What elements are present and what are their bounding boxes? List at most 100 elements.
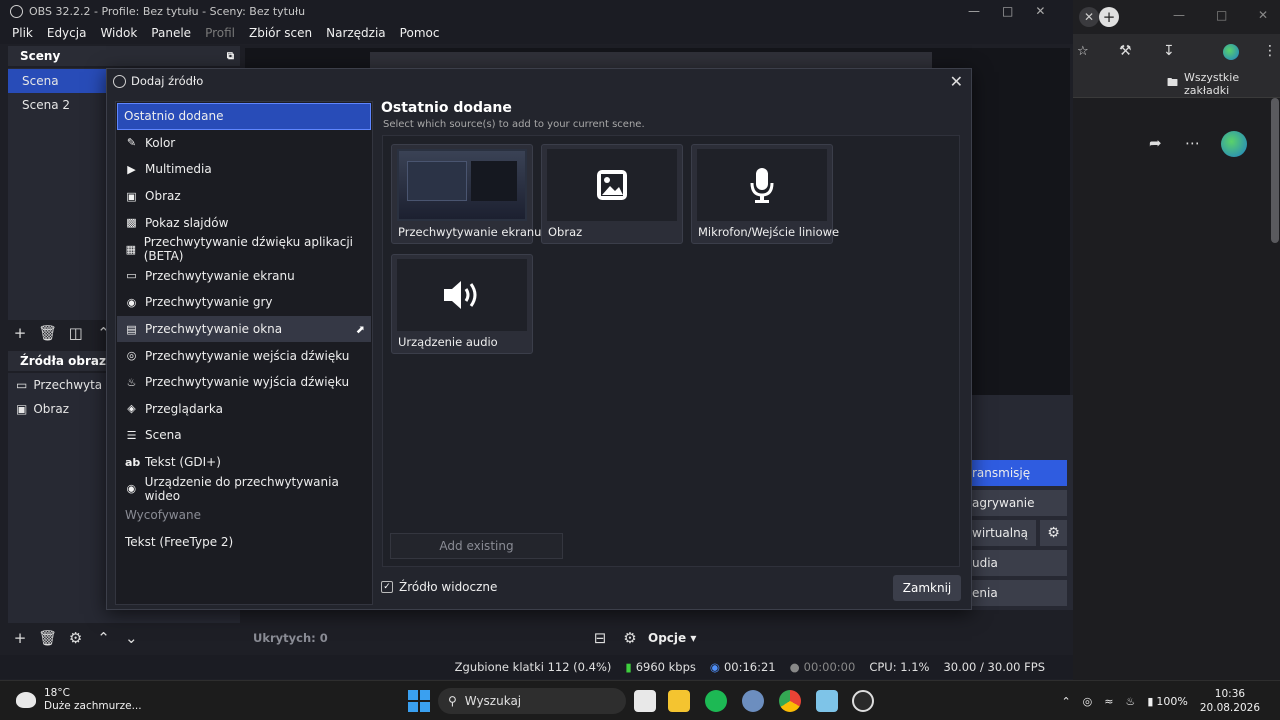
source-type-color[interactable]: ✎ Kolor — [117, 130, 371, 157]
file-explorer-icon[interactable] — [668, 690, 690, 712]
source-type-display-capture[interactable]: ▭ Przechwytywanie ekranu — [117, 263, 371, 290]
obs-logo-icon — [113, 74, 126, 88]
close-icon[interactable]: ✕ — [1035, 4, 1045, 18]
recent-tile-audio-device[interactable]: Urządzenie audio — [391, 254, 533, 354]
weather-widget[interactable]: 18°C Duże zachmurze... — [16, 687, 142, 713]
add-existing-button[interactable]: Add existing — [390, 533, 563, 559]
source-type-label: Przechwytywanie ekranu — [145, 268, 295, 283]
battery-indicator[interactable]: ▮ 100% — [1147, 695, 1188, 708]
account-avatar[interactable] — [1221, 131, 1247, 157]
notepad-icon[interactable] — [816, 690, 838, 712]
minimize-icon[interactable]: — — [968, 4, 980, 18]
menu-panele[interactable]: Panele — [151, 26, 191, 40]
settings-button[interactable]: enia — [972, 580, 1067, 606]
download-icon[interactable]: ↧ — [1163, 43, 1175, 59]
source-type-audio-output[interactable]: ♨ Przechwytywanie wyjścia dźwięku — [117, 369, 371, 396]
chevron-up-icon[interactable]: ⌃ — [91, 627, 115, 649]
filter-icon[interactable]: ◫ — [64, 322, 88, 344]
task-view-icon[interactable] — [634, 690, 656, 712]
chevron-up-icon[interactable]: ⌃ — [1061, 695, 1070, 708]
source-type-scene[interactable]: ☰ Scena — [117, 422, 371, 449]
tab-close-icon[interactable]: ✕ — [1079, 7, 1099, 27]
add-icon[interactable]: + — [8, 322, 32, 344]
weather-description: Duże zachmurze... — [44, 700, 142, 712]
stream-icon: ◉ — [709, 660, 720, 674]
source-type-media[interactable]: ▶ Multimedia — [117, 156, 371, 183]
source-type-label: Multimedia — [145, 162, 212, 177]
source-type-audio-input[interactable]: ◎ Przechwytywanie wejścia dźwięku — [117, 342, 371, 369]
start-recording-button[interactable]: agrywanie — [972, 490, 1067, 516]
recent-tile-microphone[interactable]: Mikrofon/Wejście liniowe — [691, 144, 839, 244]
source-type-image[interactable]: ▣ Obraz — [117, 183, 371, 210]
sources-dock-title: Źródła obrazu — [20, 354, 115, 368]
profile-avatar[interactable] — [1223, 44, 1239, 60]
menu-pomoc[interactable]: Pomoc — [400, 26, 440, 40]
layout-icon[interactable]: ⊟ — [588, 627, 612, 649]
more-menu-icon[interactable]: ⋮ — [1263, 43, 1277, 59]
tile-label: Mikrofon/Wejście liniowe — [698, 225, 840, 239]
source-type-browser[interactable]: ◈ Przeglądarka — [117, 396, 371, 423]
undock-icon[interactable]: ⧉ — [227, 51, 234, 62]
add-icon[interactable]: + — [8, 627, 32, 649]
menu-edycja[interactable]: Edycja — [47, 26, 87, 40]
close-button[interactable]: Zamknij — [893, 575, 961, 601]
source-type-game-capture[interactable]: ◉ Przechwytywanie gry — [117, 289, 371, 316]
source-type-video-capture[interactable]: ◉ Urządzenie do przechwytywania wideo — [117, 475, 371, 503]
windows-start-icon[interactable] — [408, 690, 430, 712]
gear-icon[interactable]: ⚙ — [1040, 520, 1067, 546]
scrollbar[interactable] — [1271, 98, 1279, 243]
start-streaming-button[interactable]: ransmisję — [972, 460, 1067, 486]
source-visible-checkbox[interactable]: ✓ Źródło widoczne — [381, 580, 497, 594]
settings-app-icon[interactable] — [742, 690, 764, 712]
microphone-icon[interactable]: ◎ — [1083, 695, 1093, 708]
minimize-icon[interactable]: — — [1173, 8, 1185, 22]
taskbar-search[interactable]: ⚲ Wyszukaj — [438, 688, 626, 714]
studio-mode-button[interactable]: udia — [972, 550, 1067, 576]
transition-settings-icon[interactable]: ⚙ — [618, 627, 642, 649]
close-icon[interactable]: ✕ — [950, 72, 963, 91]
menu-plik[interactable]: Plik — [12, 26, 33, 40]
menu-zbior-scen[interactable]: Zbiór scen — [249, 26, 312, 40]
extensions-icon[interactable]: ⚒ — [1119, 43, 1132, 59]
browser-toolbar: ☆ ⚒ ↧ ⋮ — [1073, 34, 1280, 70]
source-type-slideshow[interactable]: ▩ Pokaz slajdów — [117, 209, 371, 236]
source-type-app-audio[interactable]: ▦ Przechwytywanie dźwięku aplikacji (BET… — [117, 235, 371, 264]
source-item-label: Przechwyta — [33, 378, 103, 392]
share-icon[interactable]: ➦ — [1149, 134, 1162, 152]
gear-icon[interactable]: ⚙ — [64, 627, 88, 649]
maximize-icon[interactable]: □ — [1216, 8, 1227, 22]
status-bar: Zgubione klatki 112 (0.4%) ▮ 6960 kbps ◉… — [0, 655, 1073, 679]
chrome-icon[interactable] — [779, 690, 801, 712]
source-type-window-capture[interactable]: ▤ Przechwytywanie okna ⬈ — [117, 315, 371, 343]
bookmarks-bar: 🖿 Wszystkie zakładki — [1073, 70, 1280, 98]
star-icon[interactable]: ☆ — [1077, 44, 1089, 59]
source-type-label: Przechwytywanie dźwięku aplikacji (BETA) — [143, 235, 354, 264]
source-type-text-freetype[interactable]: Tekst (FreeType 2) — [117, 529, 371, 556]
maximize-icon[interactable]: □ — [1002, 4, 1013, 18]
source-type-recent[interactable]: Ostatnio dodane — [117, 103, 371, 130]
apps-grid-icon[interactable]: ⋯ — [1185, 134, 1200, 152]
close-icon[interactable]: ✕ — [1258, 8, 1268, 22]
source-type-text-gdi[interactable]: ab Tekst (GDI+) — [117, 449, 371, 476]
obs-taskbar-icon[interactable] — [852, 690, 874, 712]
recent-tile-display-capture[interactable]: Przechwytywanie ekranu — [391, 144, 541, 244]
microphone-icon — [697, 149, 827, 221]
trash-icon[interactable]: 🗑 — [36, 322, 60, 344]
menu-profil[interactable]: Profil — [205, 26, 235, 40]
menu-narzedzia[interactable]: Narzędzia — [326, 26, 386, 40]
virtual-camera-button[interactable]: wirtualną — [972, 520, 1036, 546]
new-tab-icon[interactable]: + — [1099, 7, 1119, 27]
source-type-label: Pokaz slajdów — [145, 215, 229, 230]
chevron-down-icon[interactable]: ⌄ — [119, 627, 143, 649]
microphone-icon: ◎ — [126, 349, 137, 363]
menu-widok[interactable]: Widok — [100, 26, 137, 40]
all-bookmarks-link[interactable]: Wszystkie zakładki — [1184, 71, 1280, 97]
spotify-icon[interactable] — [705, 690, 727, 712]
wifi-icon[interactable]: ≈ — [1104, 695, 1113, 708]
volume-icon[interactable]: ♨ — [1125, 695, 1135, 708]
source-type-label: Przechwytywanie wejścia dźwięku — [145, 348, 350, 363]
options-dropdown[interactable]: Opcje ▾ — [648, 631, 696, 645]
trash-icon[interactable]: 🗑 — [36, 627, 60, 649]
recent-tile-image[interactable]: Obraz — [541, 144, 683, 244]
system-clock[interactable]: 10:36 20.08.2026 — [1200, 687, 1260, 715]
